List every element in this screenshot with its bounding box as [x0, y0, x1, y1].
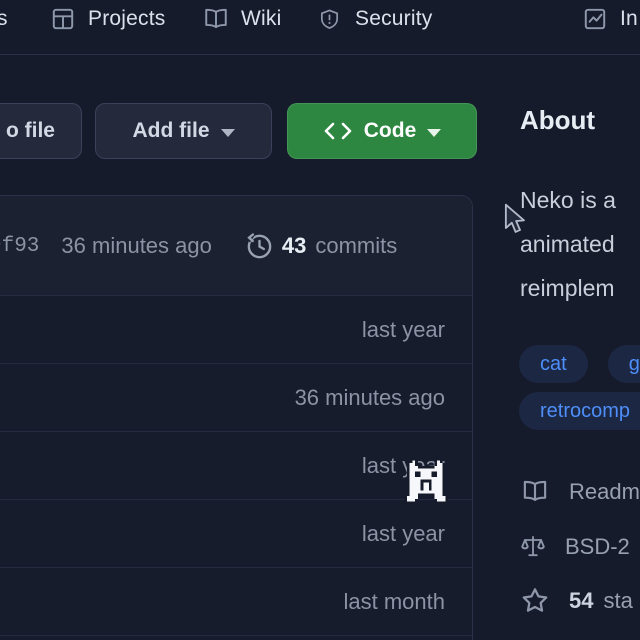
- law-scales-icon: [520, 531, 546, 562]
- go-to-file-button[interactable]: o file: [0, 103, 82, 159]
- commits-history-link[interactable]: 43 commits: [244, 231, 397, 262]
- about-description-line: Neko is a: [520, 178, 616, 222]
- code-icon: [323, 120, 353, 142]
- stars-label: sta: [603, 588, 632, 614]
- mouse-cursor: [504, 203, 526, 235]
- file-row-updated: 36 minutes ago: [295, 364, 445, 431]
- about-description: Neko is a animated reimplem: [520, 178, 616, 310]
- star-icon: [520, 586, 550, 615]
- topic-tag-go[interactable]: go: [608, 345, 640, 383]
- tab-insights[interactable]: In: [582, 4, 638, 34]
- add-file-button[interactable]: Add file: [95, 103, 272, 159]
- about-heading: About: [520, 105, 595, 136]
- commit-count: 43: [282, 233, 306, 259]
- repo-tab-bar: s Projects Wiki Security In: [0, 0, 640, 55]
- chevron-down-icon: [221, 129, 235, 137]
- file-table: 9f93 36 minutes ago 43 commits last year: [0, 195, 473, 640]
- shield-exclamation-icon: [318, 7, 341, 32]
- commit-count-suffix: commits: [315, 233, 397, 259]
- file-row: 36 minutes ago: [0, 364, 472, 432]
- tab-label: Security: [355, 7, 432, 31]
- commit-hash-link[interactable]: 9f93: [0, 235, 39, 258]
- neko-cat-sprite: [404, 451, 448, 511]
- tab-label: Wiki: [241, 7, 281, 31]
- code-label: Code: [364, 119, 417, 143]
- readme-link[interactable]: Readm: [520, 478, 640, 505]
- file-row: last year: [0, 296, 472, 364]
- tab-security[interactable]: Security: [318, 4, 432, 34]
- file-row: last year: [0, 432, 472, 500]
- topic-list: cat go: [519, 345, 640, 383]
- file-row: last year: [0, 500, 472, 568]
- topic-tag-retrocomputing[interactable]: retrocomp: [519, 392, 640, 430]
- chevron-down-icon: [427, 129, 441, 137]
- file-row-updated: last year: [362, 296, 445, 363]
- tab-projects[interactable]: Projects: [50, 4, 165, 34]
- go-to-file-label: o file: [6, 119, 55, 143]
- tab-label: Projects: [88, 7, 165, 31]
- stars-count: 54: [569, 588, 593, 614]
- license-link[interactable]: BSD-2: [520, 531, 630, 562]
- code-button[interactable]: Code: [287, 103, 477, 159]
- latest-commit-bar: 9f93 36 minutes ago 43 commits: [0, 196, 472, 296]
- tab-actions-clipped[interactable]: s: [0, 7, 8, 31]
- about-description-line: animated: [520, 222, 616, 266]
- book-icon: [520, 478, 550, 505]
- topic-list: retrocomp: [519, 392, 640, 430]
- graph-icon: [582, 6, 608, 32]
- table-icon: [50, 6, 76, 32]
- file-row: last month: [0, 568, 472, 636]
- history-icon: [244, 231, 275, 262]
- book-icon: [203, 6, 229, 32]
- readme-label: Readm: [569, 479, 640, 505]
- tab-label: In: [620, 7, 638, 31]
- about-description-line: reimplem: [520, 266, 616, 310]
- add-file-label: Add file: [133, 119, 210, 143]
- license-label: BSD-2: [565, 534, 630, 560]
- github-repo-page: s Projects Wiki Security In: [0, 0, 640, 640]
- stars-link[interactable]: 54 sta: [520, 586, 633, 615]
- commit-time: 36 minutes ago: [61, 233, 211, 259]
- file-row-updated: last month: [344, 568, 446, 635]
- tab-wiki[interactable]: Wiki: [203, 4, 281, 34]
- topic-tag-cat[interactable]: cat: [519, 345, 588, 383]
